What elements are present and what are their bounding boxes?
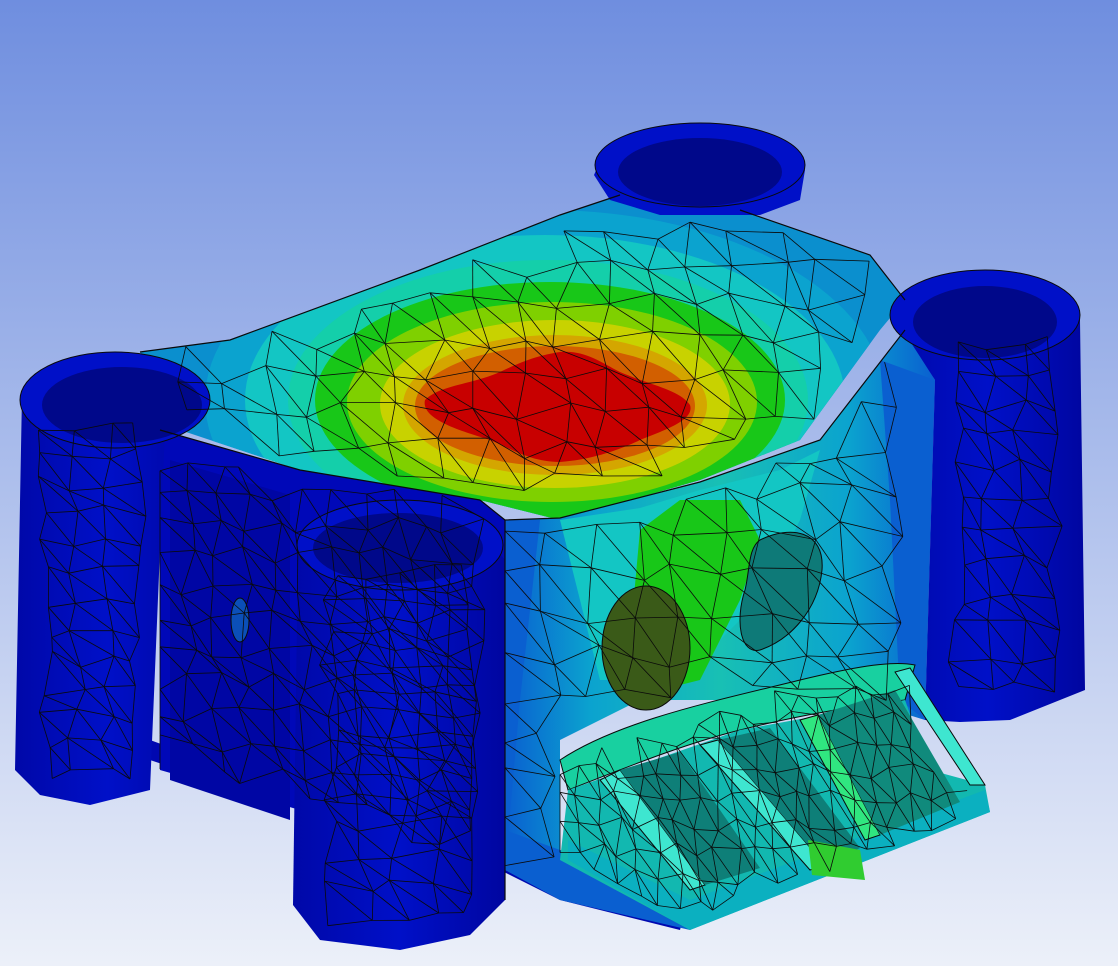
mesh-edge <box>525 341 527 374</box>
mesh-edge <box>995 375 1029 377</box>
fea-contour-scene[interactable] <box>0 0 1118 966</box>
pillar-back <box>594 122 806 215</box>
mesh-edge <box>795 791 797 820</box>
mesh-edge <box>717 801 719 831</box>
graphics-viewport[interactable] <box>0 0 1118 966</box>
mesh-edge <box>717 764 719 802</box>
mesh-edge <box>354 774 392 776</box>
mesh-edge <box>980 498 982 531</box>
